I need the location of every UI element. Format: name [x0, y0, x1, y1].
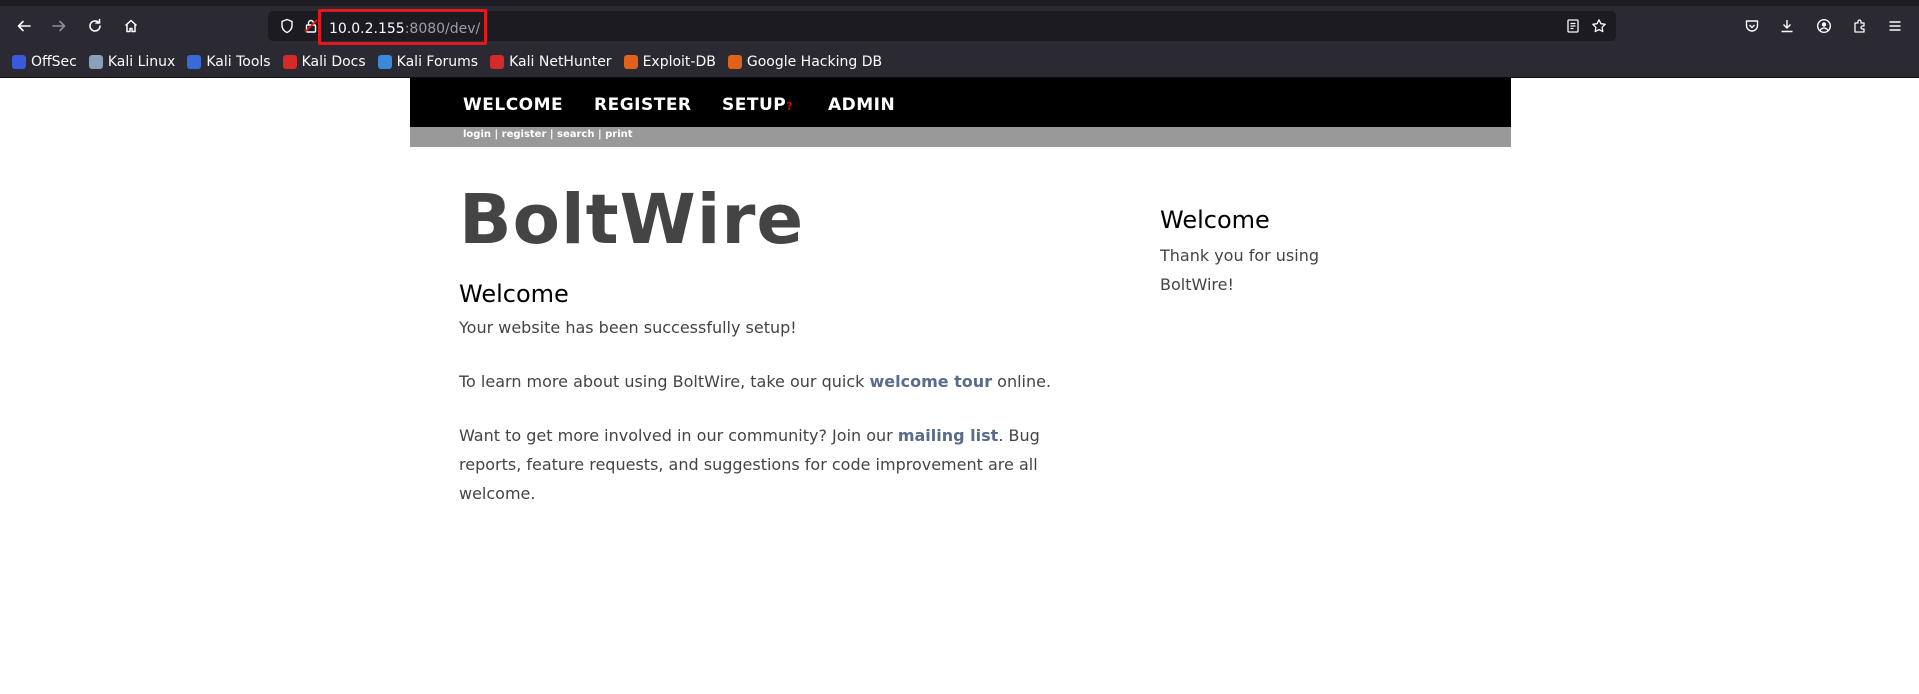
- tour-text-post: online.: [992, 372, 1052, 391]
- setup-mark: ?: [786, 100, 794, 113]
- home-icon[interactable]: [118, 13, 144, 39]
- bookmark-label: OffSec: [31, 53, 77, 70]
- bookmark-label: Kali Tools: [206, 53, 271, 70]
- kali-tools-icon: [187, 54, 202, 69]
- url-path: :8080/dev/: [404, 21, 481, 37]
- reload-icon[interactable]: [82, 13, 108, 39]
- bookmark-kali-tools[interactable]: Kali Tools: [187, 53, 271, 70]
- bookmark-kali-forums[interactable]: Kali Forums: [377, 53, 479, 70]
- welcome-paragraph: Your website has been successfully setup…: [459, 318, 797, 337]
- url-text[interactable]: 10.0.2.155:8080/dev/: [329, 19, 480, 39]
- offsec-favicon-icon: [12, 54, 26, 69]
- forward-arrow-icon[interactable]: [46, 13, 72, 39]
- kali-forums-icon: [377, 54, 392, 69]
- bookmark-exploit-db[interactable]: Exploit-DB: [623, 53, 716, 70]
- bookmarks-bar: OffSec Kali Linux Kali Tools Kali Docs K…: [0, 46, 1919, 78]
- sidebar-heading: Welcome: [1160, 206, 1270, 234]
- mailing-list-link[interactable]: mailing list: [898, 426, 998, 445]
- reader-view-icon[interactable]: [1560, 13, 1586, 39]
- tour-paragraph: To learn more about using BoltWire, take…: [459, 367, 1079, 396]
- back-arrow-icon[interactable]: [11, 13, 37, 39]
- nav-setup[interactable]: SETUP?: [722, 95, 793, 115]
- bookmark-offsec[interactable]: OffSec: [12, 54, 77, 70]
- nav-admin[interactable]: ADMIN: [828, 95, 895, 115]
- bookmark-google-hacking-db[interactable]: Google Hacking DB: [727, 53, 883, 70]
- download-icon[interactable]: [1774, 13, 1800, 39]
- nethunter-icon: [490, 54, 505, 69]
- bookmark-label: Kali NetHunter: [509, 53, 612, 70]
- subnav-separator: |: [491, 129, 502, 140]
- kali-dragon-icon: [88, 54, 103, 69]
- bookmark-label: Kali Docs: [301, 53, 366, 70]
- account-icon[interactable]: [1811, 13, 1837, 39]
- tour-text-pre: To learn more about using BoltWire, take…: [459, 372, 870, 391]
- kali-docs-icon: [282, 54, 297, 69]
- nav-welcome[interactable]: WELCOME: [463, 95, 563, 115]
- site-title: BoltWire: [459, 180, 805, 260]
- community-paragraph: Want to get more involved in our communi…: [459, 421, 1079, 508]
- shield-icon[interactable]: [274, 13, 300, 39]
- bookmark-kali-nethunter[interactable]: Kali NetHunter: [490, 53, 612, 70]
- nav-setup-label: SETUP: [722, 95, 787, 115]
- bookmark-label: Kali Forums: [396, 53, 479, 70]
- subnav-login[interactable]: login: [463, 129, 491, 140]
- subnav-print[interactable]: print: [605, 129, 632, 140]
- bookmark-kali-docs[interactable]: Kali Docs: [282, 53, 366, 70]
- site-subnav: login | register | search | print: [410, 127, 1511, 147]
- extensions-icon[interactable]: [1847, 13, 1873, 39]
- subnav-register[interactable]: register: [502, 129, 547, 140]
- url-host: 10.0.2.155: [329, 21, 405, 37]
- site-nav-bar: WELCOME REGISTER SETUP? ADMIN: [410, 78, 1511, 127]
- subnav-separator: |: [546, 129, 558, 140]
- bookmark-label: Google Hacking DB: [746, 53, 883, 70]
- welcome-tour-link[interactable]: welcome tour: [869, 372, 992, 391]
- subnav-search[interactable]: search: [557, 129, 594, 140]
- ghdb-icon: [727, 54, 742, 69]
- community-text-pre: Want to get more involved in our communi…: [459, 426, 898, 445]
- bookmark-label: Kali Linux: [107, 53, 176, 70]
- bookmark-label: Exploit-DB: [642, 53, 716, 70]
- main-heading: Welcome: [459, 280, 569, 308]
- sidebar-text: Thank you for using BoltWire!: [1160, 246, 1319, 294]
- pocket-icon[interactable]: [1739, 13, 1765, 39]
- menu-icon[interactable]: [1882, 13, 1908, 39]
- browser-toolbar: 10.0.2.155:8080/dev/: [0, 6, 1919, 46]
- exploit-db-icon: [623, 54, 638, 69]
- bookmark-kali-linux[interactable]: Kali Linux: [88, 53, 176, 70]
- subnav-separator: |: [594, 129, 606, 140]
- nav-register[interactable]: REGISTER: [594, 95, 692, 115]
- bookmark-star-icon[interactable]: [1586, 13, 1612, 39]
